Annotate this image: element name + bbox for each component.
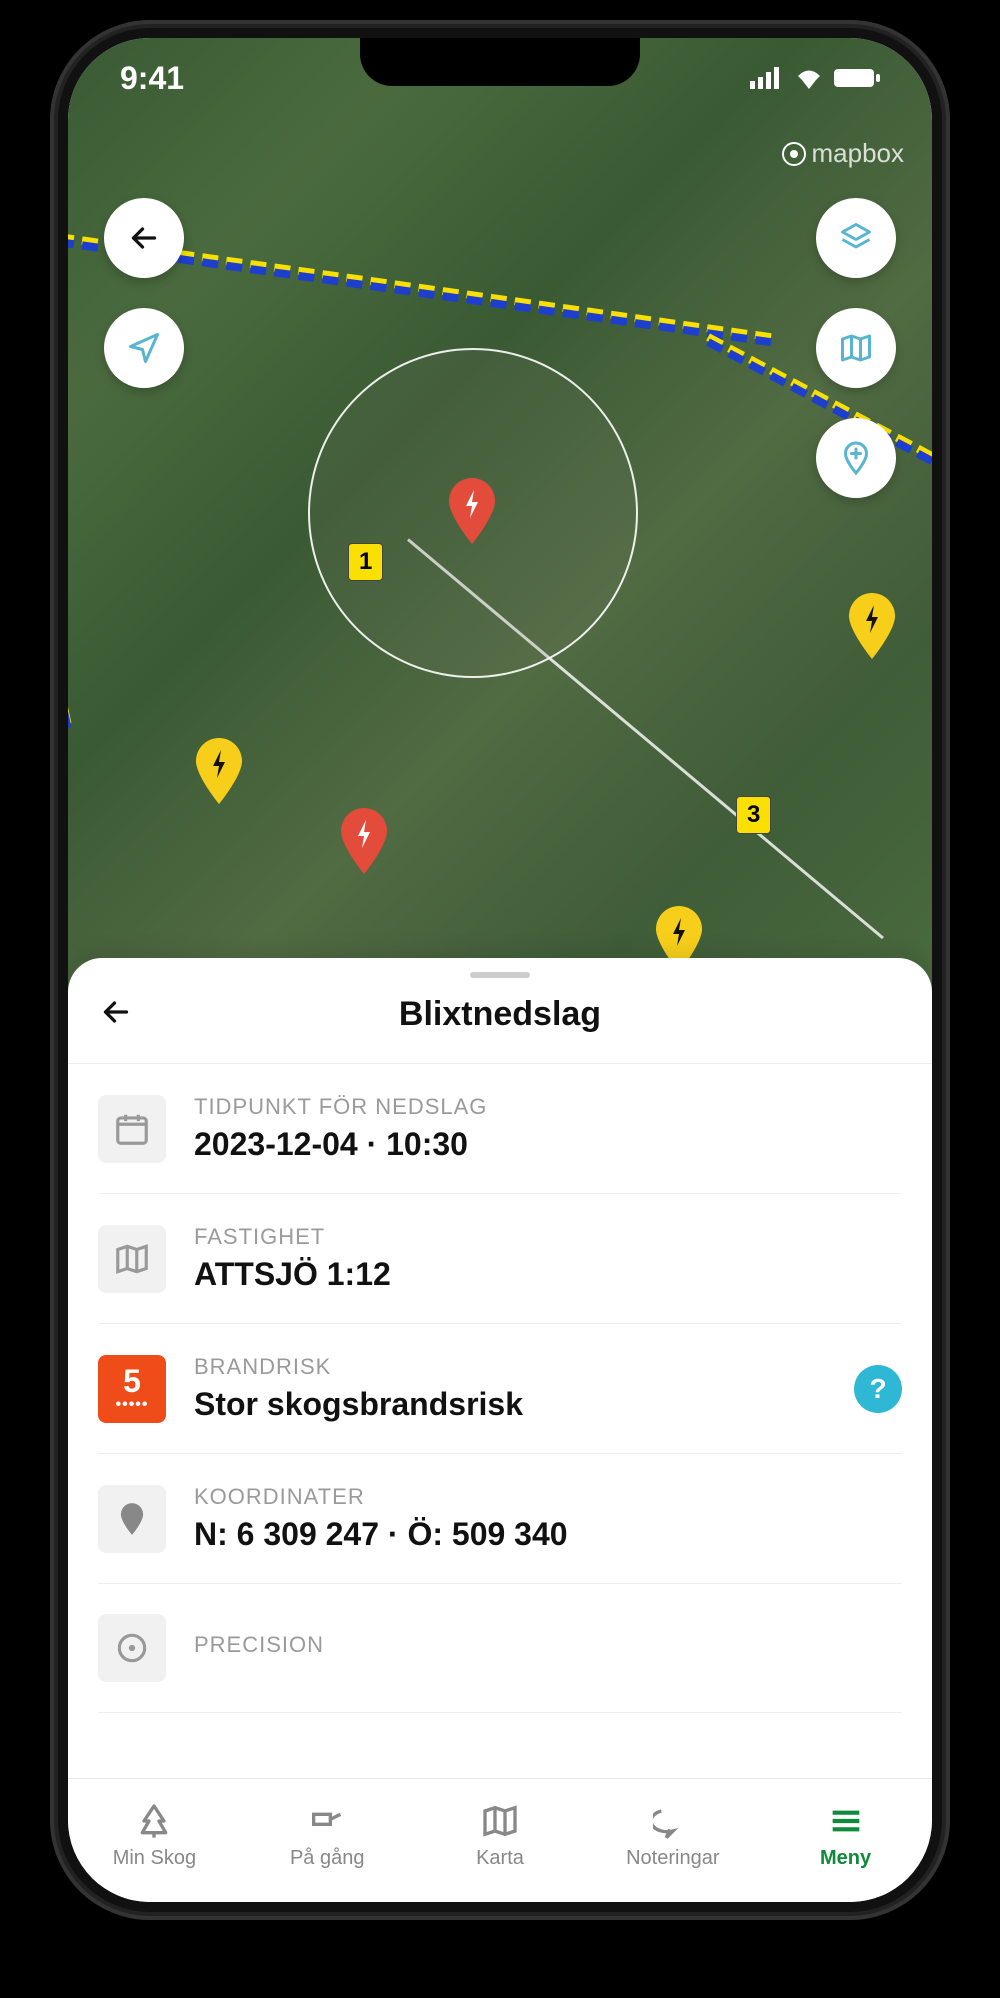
map-icon [480, 1801, 520, 1841]
map-mode-button[interactable] [816, 308, 896, 388]
info-list: TIDPUNKT FÖR NEDSLAG 2023-12-04 · 10:30 … [68, 1064, 932, 1713]
map-back-button[interactable] [104, 198, 184, 278]
row-label: BRANDRISK [194, 1354, 826, 1380]
lightning-pin-selected[interactable] [446, 478, 498, 544]
tree-icon [134, 1801, 174, 1841]
pin-plus-icon [838, 440, 874, 476]
boundary-line [68, 541, 71, 729]
lightning-pin-red[interactable] [338, 808, 390, 874]
row-value: N: 6 309 247 · Ö: 509 340 [194, 1516, 902, 1553]
battery-icon [834, 60, 880, 97]
row-value: ATTSJÖ 1:12 [194, 1256, 902, 1293]
tab-min-skog[interactable]: Min Skog [68, 1779, 241, 1892]
layers-icon [838, 220, 874, 256]
sheet-title: Blixtnedslag [98, 995, 902, 1034]
tab-pa-gang[interactable]: På gång [241, 1779, 414, 1892]
tab-noteringar[interactable]: Noteringar [586, 1779, 759, 1892]
detail-sheet: Blixtnedslag TIDPUNKT FÖR NEDSLAG 2023-1… [68, 958, 932, 1778]
mapbox-label: mapbox [812, 138, 905, 169]
pin-icon [98, 1485, 166, 1553]
lightning-pin-yellow[interactable] [193, 738, 245, 804]
row-value: 2023-12-04 · 10:30 [194, 1126, 902, 1163]
cellular-icon [750, 60, 784, 97]
sheet-header: Blixtnedslag [68, 986, 932, 1064]
boundary-line [68, 537, 71, 725]
screen: 9:41 mapbox [68, 38, 932, 1902]
status-icons [750, 60, 880, 97]
tab-label: Meny [820, 1847, 871, 1870]
sheet-drag-handle[interactable] [470, 972, 530, 978]
question-icon: ? [869, 1373, 886, 1405]
row-label: FASTIGHET [194, 1224, 902, 1250]
status-time: 9:41 [120, 60, 184, 97]
tab-bar: Min Skog På gång Karta Noteringar Meny [68, 1778, 932, 1902]
map-area[interactable]: mapbox [68, 38, 932, 998]
target-icon [98, 1614, 166, 1682]
parcel-label: 3 [736, 796, 771, 834]
risk-dots: ••••• [115, 1396, 148, 1414]
navigation-icon [126, 330, 162, 366]
calendar-icon [98, 1095, 166, 1163]
tab-label: Karta [476, 1847, 524, 1870]
help-button[interactable]: ? [854, 1365, 902, 1413]
notes-icon [653, 1801, 693, 1841]
row-label: PRECISION [194, 1632, 902, 1658]
lightning-pin-yellow[interactable] [846, 593, 898, 659]
row-property: FASTIGHET ATTSJÖ 1:12 [98, 1194, 902, 1324]
arrow-left-icon [126, 220, 162, 256]
tab-label: På gång [290, 1847, 365, 1870]
row-value: Stor skogsbrandsrisk [194, 1386, 826, 1423]
parcel-label: 1 [348, 543, 383, 581]
map-icon [838, 330, 874, 366]
add-pin-button[interactable] [816, 418, 896, 498]
tab-label: Min Skog [113, 1847, 196, 1870]
locate-button[interactable] [104, 308, 184, 388]
layers-button[interactable] [816, 198, 896, 278]
phone-frame: 9:41 mapbox [50, 20, 950, 1920]
risk-level: 5 [123, 1363, 141, 1400]
row-coordinates: KOORDINATER N: 6 309 247 · Ö: 509 340 [98, 1454, 902, 1584]
row-precision: PRECISION [98, 1584, 902, 1713]
wifi-icon [794, 60, 824, 97]
tab-meny[interactable]: Meny [759, 1779, 932, 1892]
row-fire-risk: 5 ••••• BRANDRISK Stor skogsbrandsrisk ? [98, 1324, 902, 1454]
row-label: TIDPUNKT FÖR NEDSLAG [194, 1094, 902, 1120]
map-icon [98, 1225, 166, 1293]
row-timestamp: TIDPUNKT FÖR NEDSLAG 2023-12-04 · 10:30 [98, 1064, 902, 1194]
mapbox-attribution: mapbox [782, 138, 905, 169]
tab-label: Noteringar [626, 1847, 719, 1870]
tab-karta[interactable]: Karta [414, 1779, 587, 1892]
menu-icon [826, 1801, 866, 1841]
row-label: KOORDINATER [194, 1484, 902, 1510]
tool-icon [307, 1801, 347, 1841]
notch [360, 38, 640, 86]
fire-risk-badge: 5 ••••• [98, 1355, 166, 1423]
